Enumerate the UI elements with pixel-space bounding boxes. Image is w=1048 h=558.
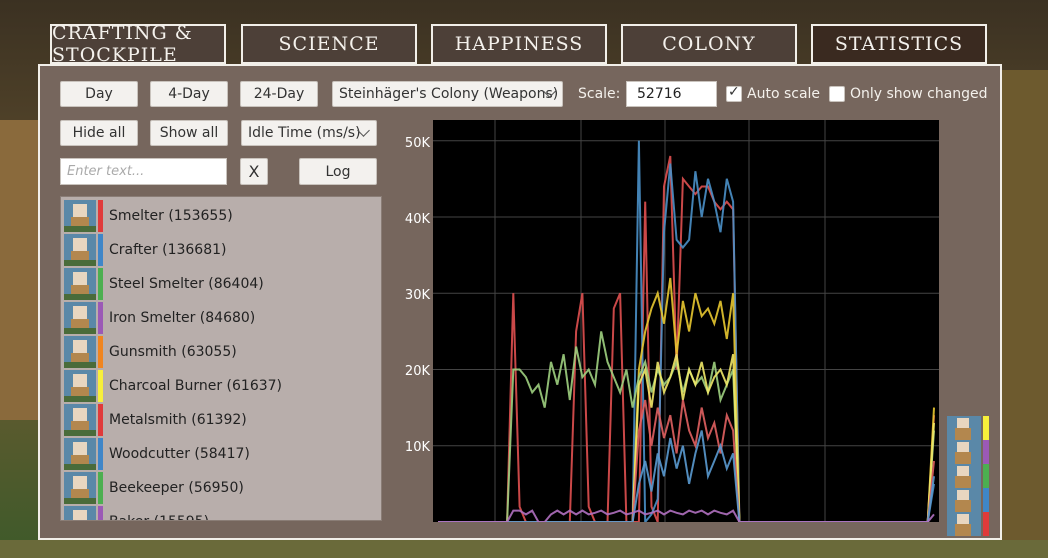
colony-select[interactable]: Steinhäger's Colony (Weapons) <box>332 81 563 107</box>
twentyfour-day-button[interactable]: 24-Day <box>240 81 318 107</box>
job-list-label: Baker (15595) <box>109 514 209 520</box>
colonist-avatar-icon <box>64 370 96 402</box>
series-line-7 <box>438 509 935 523</box>
job-list-label: Crafter (136681) <box>109 242 227 258</box>
series-color-swatch <box>983 416 989 440</box>
line-chart-svg <box>433 120 939 525</box>
series-color-swatch <box>98 234 103 266</box>
colonist-avatar-icon <box>64 472 96 504</box>
series-color-swatch <box>983 512 989 536</box>
series-color-swatch <box>98 268 103 300</box>
job-list-item[interactable]: Gunsmith (63055) <box>64 335 354 369</box>
auto-scale-checkbox[interactable] <box>726 84 742 102</box>
series-color-swatch <box>98 200 103 232</box>
series-color-swatch <box>98 438 103 470</box>
job-list-item[interactable]: Iron Smelter (84680) <box>64 301 354 335</box>
series-color-swatch <box>98 370 103 402</box>
colonist-avatar-icon <box>947 488 981 512</box>
job-list-item[interactable]: Steel Smelter (86404) <box>64 267 354 301</box>
four-day-button[interactable]: 4-Day <box>150 81 228 107</box>
job-list-label: Gunsmith (63055) <box>109 344 237 360</box>
tab-colony[interactable]: Colony <box>621 24 797 64</box>
series-color-swatch <box>98 302 103 334</box>
mini-legend <box>947 416 991 538</box>
mini-legend-item <box>947 464 991 488</box>
tab-happiness[interactable]: Happiness <box>431 24 607 64</box>
job-list-label: Charcoal Burner (61637) <box>109 378 282 394</box>
colonist-avatar-icon <box>64 336 96 368</box>
metric-select-value: Idle Time (ms/s) <box>248 125 361 141</box>
tab-bar: Crafting & Stockpile Science Happiness C… <box>50 22 992 68</box>
colonist-avatar-icon <box>64 302 96 334</box>
tab-statistics[interactable]: Statistics <box>811 24 987 64</box>
job-list[interactable]: Baker (15595) Beekeeper (56950) Woodcutter… <box>60 196 382 521</box>
mini-legend-item <box>947 512 991 536</box>
job-list-item[interactable]: Woodcutter (58417) <box>64 437 354 471</box>
job-list-label: Steel Smelter (86404) <box>109 276 264 292</box>
series-color-swatch <box>983 488 989 512</box>
colonist-avatar-icon <box>64 268 96 300</box>
background-house-left <box>0 120 38 420</box>
colonist-avatar-icon <box>947 464 981 488</box>
job-list-label: Beekeeper (56950) <box>109 480 244 496</box>
job-list-label: Iron Smelter (84680) <box>109 310 256 326</box>
job-list-item[interactable]: Smelter (153655) <box>64 199 354 233</box>
clear-search-button[interactable]: X <box>240 158 268 185</box>
colonist-avatar-icon <box>64 404 96 436</box>
show-all-button[interactable]: Show all <box>150 120 228 146</box>
background-field-right <box>1002 70 1048 558</box>
colonist-avatar-icon <box>64 438 96 470</box>
y-tick-label: 20K <box>404 364 430 379</box>
y-tick-label: 10K <box>404 440 430 455</box>
mini-legend-item <box>947 488 991 512</box>
only-changed-checkbox[interactable] <box>829 86 845 102</box>
job-list-label: Woodcutter (58417) <box>109 446 250 462</box>
series-color-swatch <box>983 464 989 488</box>
series-color-swatch <box>98 472 103 504</box>
job-list-item[interactable]: Metalsmith (61392) <box>64 403 354 437</box>
colonist-avatar-icon <box>947 440 981 464</box>
scale-input[interactable]: 52716 <box>626 81 717 107</box>
colony-select-value: Steinhäger's Colony (Weapons) <box>339 86 559 102</box>
tab-science[interactable]: Science <box>241 24 417 64</box>
series-color-swatch <box>983 440 989 464</box>
job-list-item[interactable]: Crafter (136681) <box>64 233 354 267</box>
job-list-label: Metalsmith (61392) <box>109 412 247 428</box>
y-tick-label: 40K <box>404 212 430 227</box>
only-changed-label: Only show changed <box>850 86 988 102</box>
tab-crafting-stockpile[interactable]: Crafting & Stockpile <box>50 22 226 66</box>
series-line-6 <box>438 430 935 523</box>
colonist-avatar-icon <box>947 512 981 536</box>
colonist-avatar-icon <box>64 506 96 520</box>
colonist-avatar-icon <box>64 234 96 266</box>
auto-scale-label: Auto scale <box>747 86 821 102</box>
day-button[interactable]: Day <box>60 81 138 107</box>
statistics-panel: Day 4-Day 24-Day Steinhäger's Colony (We… <box>38 64 1002 540</box>
scale-label: Scale: <box>578 86 621 102</box>
mini-legend-item <box>947 416 991 440</box>
colonist-avatar-icon <box>64 200 96 232</box>
job-list-item[interactable]: Beekeeper (56950) <box>64 471 354 505</box>
y-tick-label: 30K <box>404 288 430 303</box>
search-input[interactable]: Enter text... <box>60 158 227 185</box>
series-color-swatch <box>98 336 103 368</box>
colonist-avatar-icon <box>947 416 981 440</box>
log-button[interactable]: Log <box>299 158 377 185</box>
y-tick-label: 50K <box>404 136 430 151</box>
idle-time-chart[interactable] <box>433 120 939 525</box>
job-list-label: Smelter (153655) <box>109 208 233 224</box>
series-color-swatch <box>98 404 103 436</box>
mini-legend-item <box>947 440 991 464</box>
series-color-swatch <box>98 506 103 520</box>
job-list-item[interactable]: Charcoal Burner (61637) <box>64 369 354 403</box>
job-list-item[interactable]: Baker (15595) <box>64 505 354 520</box>
hide-all-button[interactable]: Hide all <box>60 120 138 146</box>
background-ground-bottom <box>0 540 1048 558</box>
metric-select[interactable]: Idle Time (ms/s) <box>241 120 377 146</box>
